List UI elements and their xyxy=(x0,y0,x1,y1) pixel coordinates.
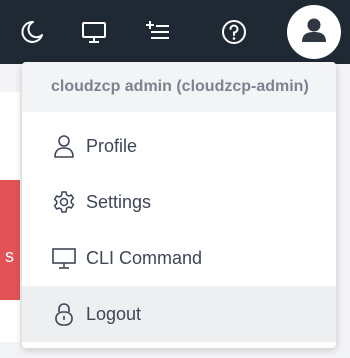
menu-item-settings[interactable]: Settings xyxy=(22,174,336,230)
moon-icon[interactable] xyxy=(18,18,46,46)
background-red-card xyxy=(0,180,20,300)
avatar-button[interactable] xyxy=(287,5,341,59)
help-icon[interactable] xyxy=(220,18,248,46)
menu-item-label: Logout xyxy=(86,303,142,324)
menu-item-label: CLI Command xyxy=(86,247,203,268)
top-navbar xyxy=(0,0,350,64)
monitor-icon xyxy=(52,246,76,270)
background-card-text: s xyxy=(5,246,14,266)
gear-icon xyxy=(52,190,76,214)
user-icon xyxy=(299,15,329,50)
monitor-icon[interactable] xyxy=(80,18,108,46)
menu-item-cli-command[interactable]: CLI Command xyxy=(22,230,336,286)
user-outline-icon xyxy=(52,134,76,158)
add-list-icon[interactable] xyxy=(144,18,172,46)
user-dropdown-menu: cloudzcp admin (cloudzcp-admin) Profile … xyxy=(22,62,336,348)
menu-item-logout[interactable]: Logout xyxy=(22,286,336,342)
menu-item-label: Settings xyxy=(86,191,152,212)
user-menu-header: cloudzcp admin (cloudzcp-admin) xyxy=(22,62,336,112)
menu-item-label: Profile xyxy=(86,135,138,156)
menu-item-profile[interactable]: Profile xyxy=(22,118,336,174)
lock-icon xyxy=(52,302,76,326)
